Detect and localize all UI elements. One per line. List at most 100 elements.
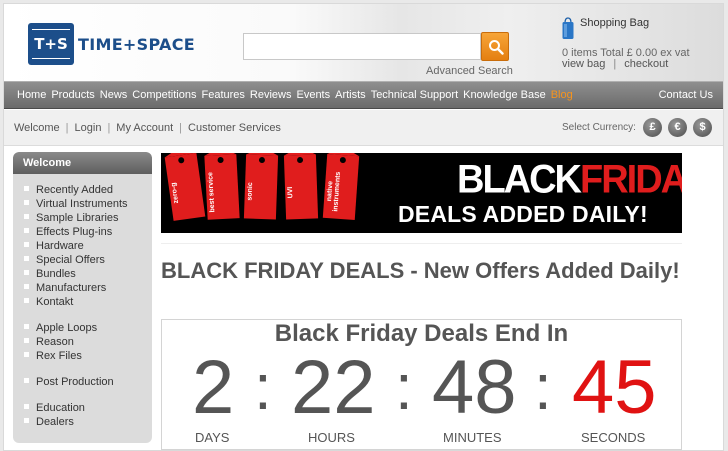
- page: T+S TIME+SPACE Advanced Search Shopping …: [3, 3, 724, 451]
- search-button[interactable]: [481, 32, 509, 61]
- sidebar-item-label: Post Production: [36, 376, 114, 388]
- price-tag: sonic: [243, 154, 279, 220]
- sidebar-item-label: Dealers: [36, 416, 74, 428]
- sidebar-item-post-production[interactable]: Post Production: [24, 376, 114, 388]
- price-tag: best service: [204, 154, 240, 220]
- customer-services-link[interactable]: Customer Services: [188, 122, 281, 134]
- currency-usd-button[interactable]: $: [693, 118, 712, 137]
- sidebar-item-effects-plug-ins[interactable]: Effects Plug-ins: [24, 226, 112, 238]
- shopping-bag-title[interactable]: Shopping Bag: [580, 17, 649, 29]
- sidebar-item-dealers[interactable]: Dealers: [24, 416, 74, 428]
- sidebar-item-label: Special Offers: [36, 254, 105, 266]
- countdown-separator: :: [254, 351, 272, 423]
- tag-hole: [296, 156, 304, 164]
- sidebar-item-label: Hardware: [36, 240, 84, 252]
- sidebar-item-kontakt[interactable]: Kontakt: [24, 296, 73, 308]
- nav-item-knowledge-base[interactable]: Knowledge Base: [463, 89, 546, 101]
- bullet-icon: [24, 185, 29, 191]
- search-input[interactable]: [243, 33, 481, 60]
- sidebar: Welcome Recently Added Virtual Instrumen…: [13, 152, 152, 443]
- sidebar-item-rex-files[interactable]: Rex Files: [24, 350, 82, 362]
- tag-brand: sonic: [246, 182, 255, 201]
- account-bar: Welcome | Login | My Account | Customer Ser…: [4, 110, 723, 146]
- banner-title-friday: FRIDAY: [579, 157, 682, 203]
- welcome-link[interactable]: Welcome: [14, 122, 60, 134]
- tag-hole: [177, 156, 185, 164]
- sidebar-item-label: Kontakt: [36, 296, 74, 308]
- logo[interactable]: T+S TIME+SPACE: [28, 23, 195, 65]
- nav-item-home[interactable]: Home: [17, 89, 46, 101]
- sidebar-item-label: Sample Libraries: [36, 212, 119, 224]
- sidebar-item-bundles[interactable]: Bundles: [24, 268, 76, 280]
- nav-item-news[interactable]: News: [100, 89, 128, 101]
- price-tag: zero-g: [164, 153, 206, 221]
- sidebar-item-special-offers[interactable]: Special Offers: [24, 254, 105, 266]
- sidebar-item-manufacturers[interactable]: Manufacturers: [24, 282, 106, 294]
- nav-item-blog[interactable]: Blog: [551, 89, 573, 101]
- search-icon: [489, 40, 504, 55]
- sidebar-item-recently-added[interactable]: Recently Added: [24, 184, 113, 196]
- banner-title: BLACKFRIDAY: [457, 158, 682, 203]
- countdown-hours-label: HOURS: [308, 430, 355, 445]
- login-link[interactable]: Login: [75, 122, 102, 134]
- tag-brand: zero-g: [170, 182, 181, 205]
- nav-item-features[interactable]: Features: [201, 89, 244, 101]
- my-account-link[interactable]: My Account: [116, 122, 173, 134]
- sidebar-item-label: Rex Files: [36, 350, 82, 362]
- checkout-link[interactable]: checkout: [624, 58, 668, 70]
- logo-mark-text: T+S: [34, 35, 68, 53]
- nav-item-contact-us[interactable]: Contact Us: [659, 89, 713, 101]
- sidebar-item-education[interactable]: Education: [24, 402, 85, 414]
- countdown-minutes-label: MINUTES: [443, 430, 502, 445]
- countdown-seconds-value: 45: [572, 345, 657, 430]
- sidebar-item-reason[interactable]: Reason: [24, 336, 74, 348]
- sidebar-item-sample-libraries[interactable]: Sample Libraries: [24, 212, 119, 224]
- sidebar-item-virtual-instruments[interactable]: Virtual Instruments: [24, 198, 128, 210]
- page-title: BLACK FRIDAY DEALS - New Offers Added Da…: [161, 258, 680, 283]
- tag-brand: best service: [207, 172, 217, 213]
- shopping-bag-icon[interactable]: [562, 16, 574, 40]
- sidebar-item-label: Education: [36, 402, 85, 414]
- nav-item-artists[interactable]: Artists: [335, 89, 366, 101]
- nav-item-events[interactable]: Events: [296, 89, 330, 101]
- sidebar-item-label: Bundles: [36, 268, 76, 280]
- link-separator: |: [179, 122, 183, 134]
- countdown-hours-value: 22: [291, 345, 376, 430]
- price-tags: zero-g best service sonic UVI native ins…: [161, 153, 391, 233]
- tag-brand: native instruments: [325, 171, 343, 212]
- nav-item-competitions[interactable]: Competitions: [132, 89, 196, 101]
- currency-gbp-button[interactable]: £: [643, 118, 662, 137]
- tag-brand: UVI: [286, 186, 295, 199]
- tag-hole: [217, 156, 224, 164]
- bullet-icon: [24, 337, 29, 343]
- sidebar-item-label: Virtual Instruments: [36, 198, 128, 210]
- bullet-icon: [24, 377, 29, 383]
- view-bag-link[interactable]: view bag: [562, 58, 605, 70]
- advanced-search-link[interactable]: Advanced Search: [426, 65, 513, 77]
- currency-label: Select Currency:: [562, 122, 636, 133]
- price-tag: native instruments: [322, 153, 360, 221]
- sidebar-item-label: Apple Loops: [36, 322, 98, 334]
- sidebar-item-label: Manufacturers: [36, 282, 107, 294]
- divider: [161, 243, 682, 244]
- nav-item-products[interactable]: Products: [51, 89, 94, 101]
- bag-links: view bag | checkout: [562, 58, 668, 70]
- countdown-timer: Black Friday Deals End In 2 : 22 : 48 : …: [161, 319, 682, 450]
- bullet-icon: [24, 213, 29, 219]
- link-separator: |: [65, 122, 69, 134]
- sidebar-item-label: Recently Added: [36, 184, 114, 196]
- sidebar-item-label: Reason: [36, 336, 74, 348]
- nav-item-technical-support[interactable]: Technical Support: [371, 89, 458, 101]
- countdown-days-value: 2: [192, 345, 235, 430]
- sidebar-item-apple-loops[interactable]: Apple Loops: [24, 322, 97, 334]
- countdown-separator: :: [534, 351, 552, 423]
- sidebar-item-hardware[interactable]: Hardware: [24, 240, 84, 252]
- logo-text: TIME+SPACE: [78, 34, 195, 54]
- tag-hole: [339, 156, 347, 164]
- price-tag: UVI: [283, 154, 319, 220]
- bullet-icon: [24, 297, 29, 303]
- black-friday-banner[interactable]: zero-g best service sonic UVI native ins…: [161, 153, 682, 233]
- currency-eur-button[interactable]: €: [668, 118, 687, 137]
- nav-item-reviews[interactable]: Reviews: [250, 89, 292, 101]
- countdown-separator: :: [395, 351, 413, 423]
